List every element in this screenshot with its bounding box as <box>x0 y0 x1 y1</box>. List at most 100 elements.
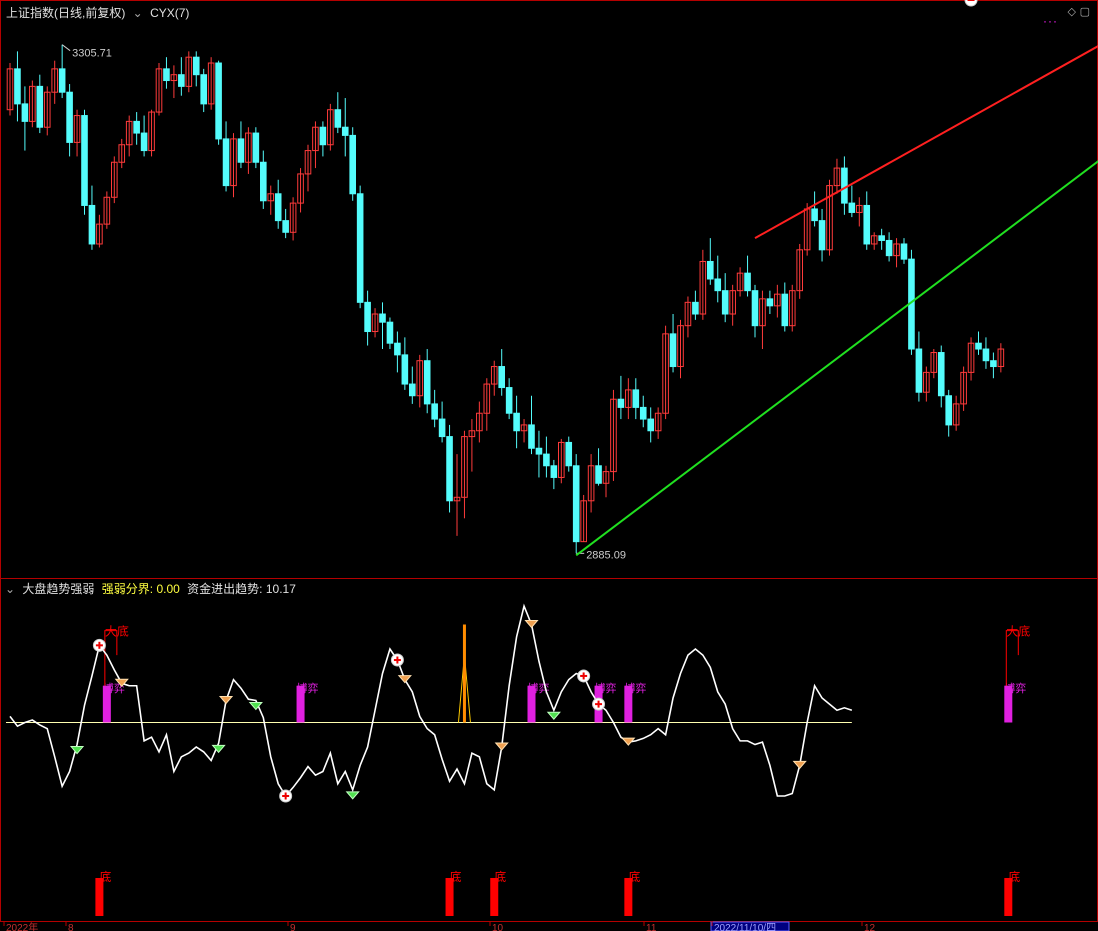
candle-body <box>192 56 200 76</box>
candles-group: 3305.71 2885.09 <box>6 44 1005 561</box>
candle-body <box>617 398 625 408</box>
x-tick-label: 2022年 <box>6 921 38 931</box>
candle-body <box>66 91 73 143</box>
candle-body <box>58 68 66 93</box>
game-label: 博弈 <box>595 681 617 695</box>
bottom-label: 底 <box>1008 869 1020 884</box>
candle-body <box>446 436 453 502</box>
candle-body <box>848 202 856 213</box>
support-line <box>575 160 1098 557</box>
candle-body <box>885 239 893 257</box>
candle-body <box>409 383 416 397</box>
candle-body <box>178 74 185 87</box>
big-bottom-bracket <box>104 630 118 686</box>
candle-body <box>386 321 394 344</box>
x-tick-label: 2022/11/10/四 <box>714 923 776 931</box>
big-bottom-label: 大底 <box>1006 624 1030 639</box>
dots-icon: ··· <box>1043 14 1058 28</box>
candle-body <box>707 260 714 280</box>
big-bottom-label: 大底 <box>105 624 129 639</box>
candle-body <box>379 313 386 323</box>
candle-body <box>81 115 88 206</box>
top-panel-frame <box>0 0 1098 579</box>
green-diamond-marker <box>69 746 85 755</box>
candle-body <box>945 395 953 426</box>
candle-body <box>900 243 908 260</box>
candle-body <box>200 74 207 105</box>
orange-diamond-marker <box>524 620 539 629</box>
candle-body <box>423 360 431 405</box>
chevron-down-icon[interactable]: ⌄ <box>133 6 143 20</box>
big-bottom-bracket <box>1005 630 1019 686</box>
orange-diamond-marker <box>218 695 234 705</box>
candle-body <box>21 103 29 122</box>
bottom-label: 底 <box>628 869 640 884</box>
candle-body <box>535 447 543 455</box>
candle-body <box>751 290 759 327</box>
param2-label: 资金进出趋势: <box>187 582 263 596</box>
x-tick-label: 12 <box>864 923 876 931</box>
candle-body <box>133 120 140 134</box>
candle-body <box>252 132 260 163</box>
candle-body <box>237 138 245 163</box>
green-diamond-marker <box>345 791 360 800</box>
candle-body <box>513 412 520 432</box>
top-panel-title: 上证指数(日线,前复权) <box>6 6 126 20</box>
candle-body <box>639 406 647 420</box>
bottom-label: 底 <box>99 869 111 884</box>
candle-body <box>334 109 342 128</box>
collapse-icon[interactable]: ⌄ <box>5 582 15 596</box>
candle-body <box>88 204 96 245</box>
candle-body <box>669 333 677 368</box>
high-label: 3305.71 <box>72 48 112 60</box>
candle-body <box>632 389 640 408</box>
orange-diamond-marker <box>397 675 412 684</box>
candle-body <box>528 424 535 449</box>
candle-body <box>163 68 170 82</box>
game-label: 博弈 <box>297 681 319 695</box>
candle-body <box>505 387 513 414</box>
candle-body <box>863 204 871 245</box>
candle-body <box>572 465 580 543</box>
candle-body <box>140 132 148 152</box>
x-axis-group: 2022年 8 9 10 11 2022/11/10/四 12 <box>3 921 876 931</box>
candle-body <box>498 366 505 389</box>
candle-body <box>543 453 550 467</box>
candle-body <box>766 298 774 307</box>
candle-body <box>341 126 349 136</box>
candle-body <box>982 348 990 362</box>
candle-body <box>215 62 222 140</box>
candle-body <box>431 403 438 420</box>
window-icon[interactable]: ▢ <box>1080 5 1090 18</box>
candle-body <box>975 342 982 350</box>
candle-body <box>744 272 751 292</box>
low-label: 2885.09 <box>586 549 626 561</box>
green-diamond-marker <box>546 711 561 721</box>
game-label: 博弈 <box>624 681 646 695</box>
candle-body <box>438 418 446 438</box>
orange-diamond-marker <box>792 760 807 770</box>
candle-body <box>565 441 573 467</box>
candle-body <box>550 465 558 478</box>
candle-body <box>781 293 789 327</box>
candle-body <box>595 465 602 484</box>
candle-body <box>915 348 923 393</box>
resistance-line <box>754 45 1098 240</box>
bottom-label: 底 <box>450 869 462 884</box>
candle-body <box>349 134 356 195</box>
candle-body <box>878 235 885 241</box>
candle-body <box>282 220 289 233</box>
x-tick-label: 8 <box>68 923 74 931</box>
candle-body <box>841 167 848 204</box>
candle-body <box>811 208 818 222</box>
settings-diamond-icon[interactable]: ◇ <box>1068 5 1076 18</box>
stock-chart: 3305.712885.09 博弈 博弈 博弈 博弈 博弈 博弈大底 大底底底底底底 202… <box>0 0 1098 931</box>
candle-body <box>818 220 826 251</box>
candle-body <box>222 138 230 187</box>
spike-bar <box>462 624 466 723</box>
candle-body <box>401 354 409 385</box>
candle-body <box>36 85 44 128</box>
candle-body <box>260 161 267 202</box>
param1-value: 0.00 <box>156 582 180 596</box>
bottom-panel-header: ⌄ 大盘趋势强弱 强弱分界: 0.00 资金进出趋势: 10.17 <box>5 580 300 597</box>
